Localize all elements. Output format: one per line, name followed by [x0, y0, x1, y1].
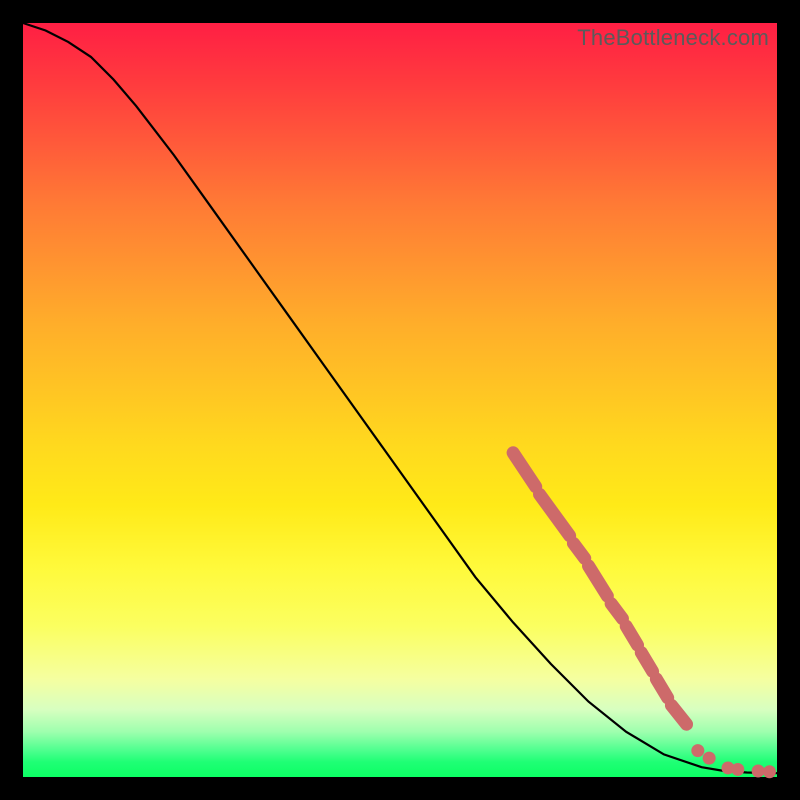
chart-frame: TheBottleneck.com	[0, 0, 800, 800]
marker-dot	[703, 752, 716, 765]
marker-dot	[731, 763, 744, 776]
marker-dot	[691, 744, 704, 757]
bottleneck-curve	[23, 23, 777, 773]
marker-segment	[656, 679, 667, 698]
marker-segment	[641, 653, 652, 672]
marker-dot	[763, 765, 776, 778]
chart-svg	[23, 23, 777, 777]
marker-segment	[513, 453, 536, 487]
marker-segment	[573, 543, 584, 558]
marker-dots	[691, 744, 776, 778]
marker-segment	[671, 705, 686, 724]
marker-segment	[539, 494, 569, 535]
marker-segment	[589, 566, 608, 596]
plot-area: TheBottleneck.com	[23, 23, 777, 777]
marker-segment	[611, 604, 622, 619]
marker-segment	[626, 626, 637, 645]
marker-segments	[513, 453, 686, 724]
marker-dot	[752, 764, 765, 777]
